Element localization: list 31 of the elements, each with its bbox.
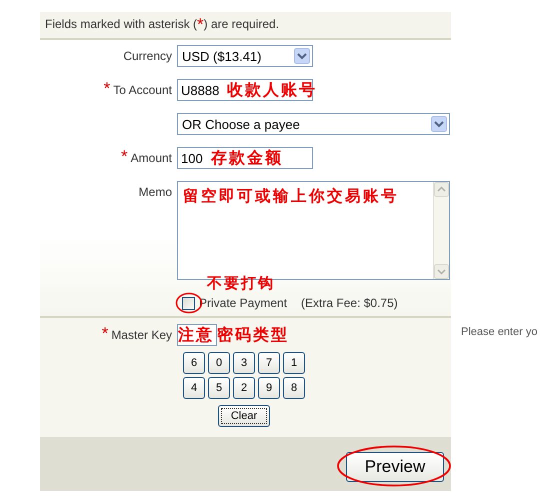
- required-asterisk: *: [121, 147, 128, 165]
- keypad-key[interactable]: 1: [283, 352, 305, 374]
- input-field[interactable]: U8888 收款人账号: [177, 79, 313, 101]
- keypad-key[interactable]: 9: [258, 377, 280, 399]
- keypad-key[interactable]: 6: [183, 352, 205, 374]
- field-label: Memo: [138, 184, 172, 199]
- keypad-key[interactable]: 5: [208, 377, 230, 399]
- keypad-key[interactable]: 3: [233, 352, 255, 374]
- master-key-field[interactable]: 注意: [177, 324, 217, 346]
- dropdown-field[interactable]: OR Choose a payee: [177, 113, 450, 135]
- input-field[interactable]: 100 存款金额: [177, 147, 313, 169]
- keypad-key[interactable]: 7: [258, 352, 280, 374]
- preview-button[interactable]: Preview: [346, 452, 444, 482]
- field-label: Amount: [130, 150, 172, 165]
- keypad-key[interactable]: 4: [183, 377, 205, 399]
- field-label: Currency: [123, 48, 172, 63]
- annotation-text: 存款金额: [211, 148, 283, 168]
- clear-button[interactable]: Clear: [218, 405, 270, 427]
- field-label: Master Key: [111, 327, 172, 342]
- hint-text: Please enter yo: [461, 325, 538, 340]
- checkbox[interactable]: [182, 296, 195, 310]
- required-asterisk: *: [104, 79, 110, 97]
- annotation-text: 留空即可或输上你交易账号: [182, 185, 400, 207]
- annotation-text: 密码类型: [217, 325, 289, 345]
- dropdown-field[interactable]: USD ($13.41): [177, 45, 313, 67]
- fee-note: (Extra Fee: $0.75): [301, 296, 398, 310]
- keypad-key[interactable]: 8: [283, 377, 305, 399]
- keypad-key[interactable]: 0: [208, 352, 230, 374]
- field-label: To Account: [113, 82, 172, 97]
- required-asterisk: *: [102, 324, 108, 342]
- keypad-key[interactable]: 2: [233, 377, 255, 399]
